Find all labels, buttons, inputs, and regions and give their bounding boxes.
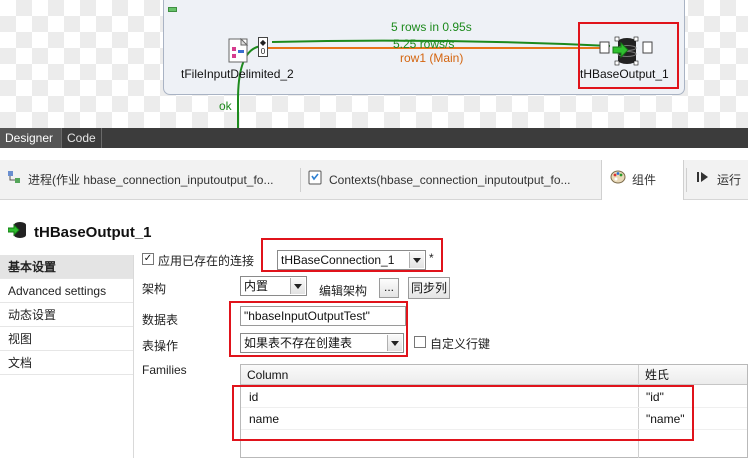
custom-rowkey-checkbox[interactable] — [414, 336, 426, 348]
ok-link-label[interactable]: ok — [219, 99, 232, 113]
flow-stats-rate: 5.25 rows/s — [393, 37, 455, 51]
section-dynamic-settings[interactable]: 动态设置 — [0, 303, 133, 327]
run-icon — [695, 161, 711, 200]
use-existing-connection-checkbox[interactable]: ✓ — [142, 253, 154, 265]
schema-select-value: 内置 — [244, 279, 269, 293]
job-icon — [6, 161, 22, 200]
section-view[interactable]: 视图 — [0, 327, 133, 351]
tab-job[interactable]: 进程(作业 hbase_connection_inputoutput_fo... — [6, 160, 294, 200]
file-input-node-label[interactable]: tFileInputDelimited_2 — [181, 67, 294, 81]
schema-label: 架构 — [142, 282, 167, 296]
families-table-header: Column 姓氏 — [241, 365, 747, 385]
highlight-families-rows — [232, 385, 694, 441]
column-header-family[interactable]: 姓氏 — [639, 365, 748, 385]
main-link-label[interactable]: row1 (Main) — [400, 51, 463, 65]
tab-separator — [300, 168, 301, 192]
tab-contexts-label: Contexts(hbase_connection_inputoutput_fo… — [329, 173, 571, 187]
highlight-table-settings — [229, 301, 408, 357]
tab-component[interactable]: 组件 — [601, 160, 684, 200]
column-header-column[interactable]: Column — [241, 365, 638, 385]
table-name-label: 数据表 — [142, 313, 179, 327]
flow-stats-rows: 5 rows in 0.95s — [391, 20, 472, 34]
component-title-text: tHBaseOutput_1 — [34, 223, 152, 241]
palette-icon — [610, 161, 626, 200]
tab-run[interactable]: 运行 — [695, 160, 748, 200]
tab-component-label: 组件 — [632, 173, 657, 187]
chevron-down-icon[interactable] — [290, 278, 305, 294]
contexts-icon — [307, 161, 323, 200]
view-separator — [0, 148, 748, 160]
table-action-label: 表操作 — [142, 339, 179, 353]
component-title: tHBaseOutput_1 — [7, 221, 152, 243]
tab-job-label: 进程(作业 hbase_connection_inputoutput_fo... — [28, 173, 274, 187]
edit-schema-button[interactable]: ... — [379, 278, 399, 298]
section-advanced-settings[interactable]: Advanced settings — [0, 279, 133, 303]
families-label: Families — [142, 363, 187, 377]
bottom-tab-strip: 进程(作业 hbase_connection_inputoutput_fo...… — [0, 160, 748, 200]
highlight-output-node — [578, 22, 679, 89]
section-documentation[interactable]: 文档 — [0, 351, 133, 375]
input-connector-handle[interactable]: ◆ 0 — [258, 37, 268, 57]
highlight-connection — [261, 238, 443, 272]
designer-canvas[interactable]: ◆ 0 tFileInputDelimited_2 tHBaseOutput_1 … — [0, 0, 748, 128]
section-basic-settings[interactable]: 基本设置 — [0, 255, 133, 279]
editor-view-bar: Designer Code — [0, 128, 748, 148]
hbase-component-icon — [7, 221, 28, 243]
schema-select[interactable]: 内置 — [240, 276, 307, 296]
settings-sections: 基本设置 Advanced settings 动态设置 视图 文档 — [0, 255, 134, 458]
tab-contexts[interactable]: Contexts(hbase_connection_inputoutput_fo… — [307, 160, 595, 200]
tab-code[interactable]: Code — [62, 128, 102, 148]
sync-columns-button[interactable]: 同步列 — [408, 277, 450, 299]
tab-separator — [686, 168, 687, 192]
file-input-node-icon[interactable] — [227, 37, 251, 64]
edit-schema-label: 编辑架构 — [319, 284, 368, 298]
tab-run-label: 运行 — [717, 173, 742, 187]
use-existing-connection-label: 应用已存在的连接 — [158, 254, 255, 268]
custom-rowkey-label: 自定义行键 — [430, 337, 491, 351]
tab-designer[interactable]: Designer — [0, 128, 62, 148]
